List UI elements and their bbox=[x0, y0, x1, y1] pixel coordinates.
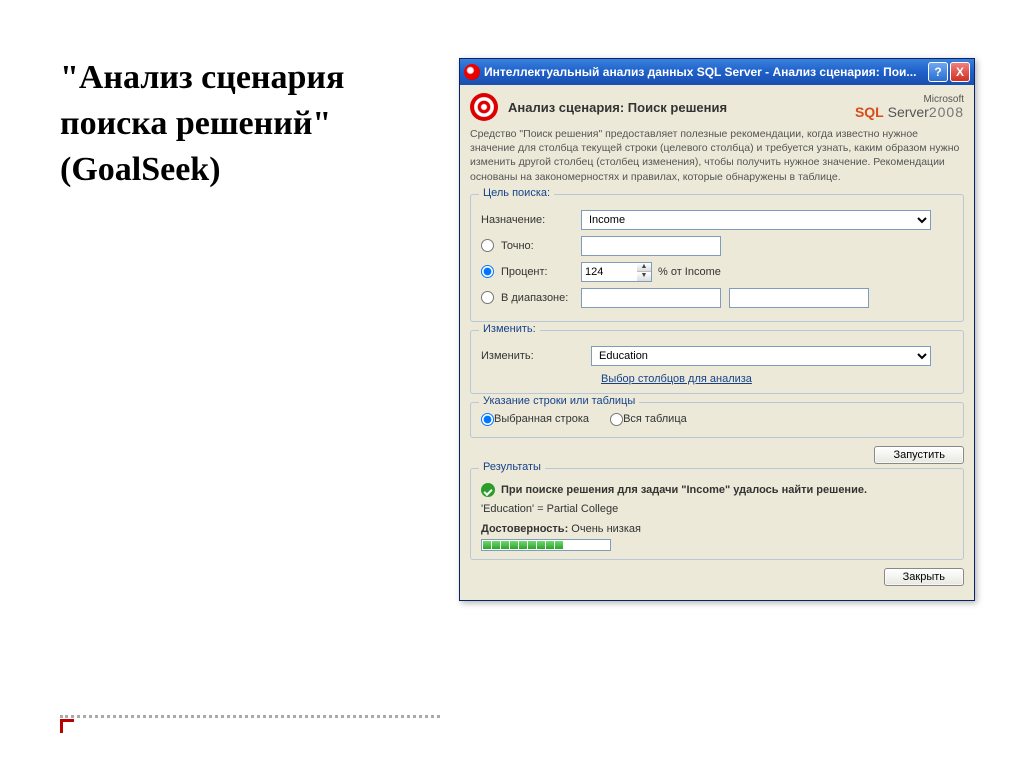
result-detail: 'Education' = Partial College bbox=[481, 503, 953, 515]
range-to-input[interactable] bbox=[729, 288, 869, 308]
scope-row-radio[interactable] bbox=[481, 413, 494, 426]
description-text: Средство "Поиск решения" предоставляет п… bbox=[470, 127, 964, 184]
results-legend: Результаты bbox=[479, 461, 545, 473]
range-radio[interactable] bbox=[481, 291, 494, 304]
percent-radio[interactable] bbox=[481, 265, 494, 278]
sql-server-logo: Microsoft SQL Server2008 bbox=[855, 95, 964, 119]
confidence-bar bbox=[481, 539, 611, 551]
goal-group: Цель поиска: Назначение: Income Точно: П… bbox=[470, 194, 964, 322]
change-select[interactable]: Education bbox=[591, 346, 931, 366]
exact-input[interactable] bbox=[581, 236, 721, 256]
success-message: При поиске решения для задачи "Income" у… bbox=[501, 484, 867, 496]
decorative-corner bbox=[60, 719, 74, 733]
assign-label: Назначение: bbox=[481, 214, 581, 226]
spin-up-icon[interactable]: ▲ bbox=[637, 263, 651, 272]
scope-group: Указание строки или таблицы Выбранная ст… bbox=[470, 402, 964, 438]
percent-label: Процент: bbox=[501, 266, 548, 278]
dialog-heading: Анализ сценария: Поиск решения bbox=[508, 100, 855, 115]
percent-suffix: % от Income bbox=[658, 266, 721, 278]
range-from-input[interactable] bbox=[581, 288, 721, 308]
dialog-window: Интеллектуальный анализ данных SQL Serve… bbox=[459, 58, 975, 601]
exact-label: Точно: bbox=[501, 240, 534, 252]
help-button[interactable]: ? bbox=[928, 62, 948, 82]
scope-table-label: Вся таблица bbox=[623, 413, 687, 425]
range-label: В диапазоне: bbox=[501, 292, 568, 304]
assign-select[interactable]: Income bbox=[581, 210, 931, 230]
slide-title: "Анализ сценария поиска решений" (GoalSe… bbox=[60, 55, 344, 193]
change-group: Изменить: Изменить: Education Выбор стол… bbox=[470, 330, 964, 394]
run-button[interactable]: Запустить bbox=[874, 446, 964, 464]
scope-legend: Указание строки или таблицы bbox=[479, 395, 639, 407]
window-title: Интеллектуальный анализ данных SQL Serve… bbox=[484, 65, 926, 79]
goal-legend: Цель поиска: bbox=[479, 187, 554, 199]
exact-radio[interactable] bbox=[481, 239, 494, 252]
results-group: Результаты При поиске решения для задачи… bbox=[470, 468, 964, 560]
success-icon bbox=[481, 483, 495, 497]
decorative-divider bbox=[60, 715, 440, 718]
spin-down-icon[interactable]: ▼ bbox=[637, 272, 651, 281]
confidence-label: Достоверность: bbox=[481, 523, 568, 535]
titlebar[interactable]: Интеллектуальный анализ данных SQL Serve… bbox=[460, 59, 974, 85]
choose-columns-link[interactable]: Выбор столбцов для анализа bbox=[601, 373, 752, 385]
confidence-value: Очень низкая bbox=[571, 523, 641, 535]
change-legend: Изменить: bbox=[479, 323, 540, 335]
change-label: Изменить: bbox=[481, 350, 591, 362]
scope-table-radio[interactable] bbox=[610, 413, 623, 426]
percent-input[interactable] bbox=[581, 262, 637, 282]
scope-row-label: Выбранная строка bbox=[494, 413, 589, 425]
close-dialog-button[interactable]: Закрыть bbox=[884, 568, 964, 586]
percent-spinner[interactable]: ▲▼ bbox=[581, 262, 652, 282]
target-icon bbox=[470, 93, 498, 121]
close-button[interactable]: X bbox=[950, 62, 970, 82]
app-icon bbox=[464, 64, 480, 80]
